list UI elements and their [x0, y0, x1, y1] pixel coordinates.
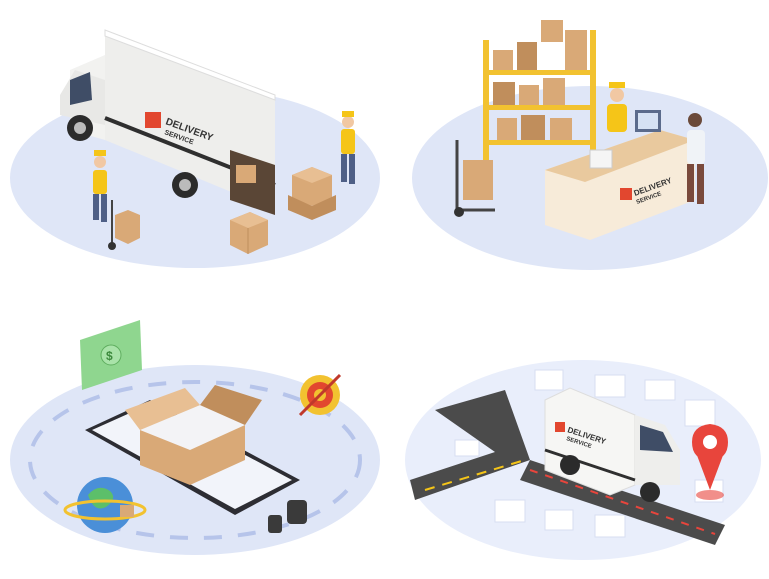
loading-scene: DELIVERY SERVICE [10, 29, 380, 268]
warehouse-scene: DELIVERY SERVICE [412, 20, 768, 270]
parcel-stack [288, 167, 336, 220]
online-order-scene: $ [10, 320, 380, 555]
svg-text:$: $ [106, 349, 113, 363]
tracking-scene: DELIVERY SERVICE [405, 360, 761, 560]
parcel-on-counter [589, 149, 613, 169]
target-icon [298, 373, 342, 417]
computer-monitor [635, 110, 661, 132]
illustration-canvas: DELIVERY SERVICE DELIVERY SERVICE $ DELI… [0, 0, 769, 579]
